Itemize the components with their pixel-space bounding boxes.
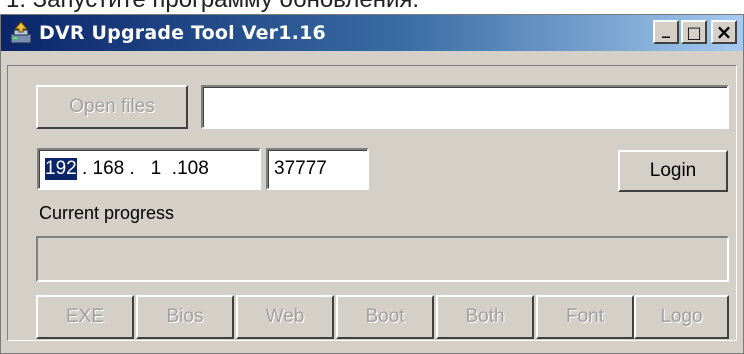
open-files-label: Open files <box>69 96 155 117</box>
open-files-button[interactable]: Open files <box>36 85 188 129</box>
app-icon <box>10 21 32 44</box>
ip-dot: . <box>161 158 178 179</box>
login-button[interactable]: Login <box>618 150 728 192</box>
bios-label: Bios <box>166 306 204 327</box>
maximize-button[interactable]: □ <box>681 20 707 44</box>
boot-button[interactable]: Boot <box>336 295 434 339</box>
bios-button[interactable]: Bios <box>136 295 234 339</box>
ip-dot: . <box>76 158 93 179</box>
boot-label: Boot <box>365 306 405 327</box>
ip-octet-3[interactable]: 1 <box>151 158 162 180</box>
maximize-icon: □ <box>686 22 702 42</box>
minimize-icon: _ <box>662 18 670 38</box>
port-field[interactable]: 37777 <box>266 148 369 190</box>
both-button[interactable]: Both <box>436 295 534 339</box>
minimize-button[interactable]: _ <box>653 18 679 44</box>
ip-octet-4[interactable]: 108 <box>177 158 209 180</box>
app-window: DVR Upgrade Tool Ver1.16 _ □ × Open file… <box>0 14 744 354</box>
web-label: Web <box>265 306 305 327</box>
exe-label: EXE <box>65 306 105 327</box>
both-label: Both <box>465 306 505 327</box>
close-button[interactable]: × <box>711 20 737 44</box>
document-caption: 1. Запустите программу обновления. <box>0 0 744 14</box>
login-label: Login <box>649 160 697 181</box>
title-bar[interactable]: DVR Upgrade Tool Ver1.16 _ □ × <box>1 15 743 51</box>
port-value: 37777 <box>274 158 327 179</box>
progress-label: Current progress <box>39 203 175 223</box>
ip-octet-2[interactable]: 168 <box>93 158 125 180</box>
window-title: DVR Upgrade Tool Ver1.16 <box>39 22 326 44</box>
ip-octet-1[interactable]: 192 <box>45 158 77 180</box>
logo-button[interactable]: Logo <box>634 295 729 339</box>
ip-address-field[interactable]: 192 . 168 . 1 . 108 <box>37 148 261 190</box>
caption-text: 1. Запустите программу обновления. <box>6 0 419 14</box>
ip-dot: . <box>124 158 151 179</box>
exe-button[interactable]: EXE <box>36 295 134 339</box>
file-path-field[interactable] <box>201 85 729 129</box>
web-button[interactable]: Web <box>236 295 334 339</box>
font-label: Font <box>565 306 605 327</box>
font-button[interactable]: Font <box>536 295 634 339</box>
close-icon: × <box>715 20 733 44</box>
logo-label: Logo <box>660 306 703 327</box>
progress-bar <box>36 236 729 282</box>
